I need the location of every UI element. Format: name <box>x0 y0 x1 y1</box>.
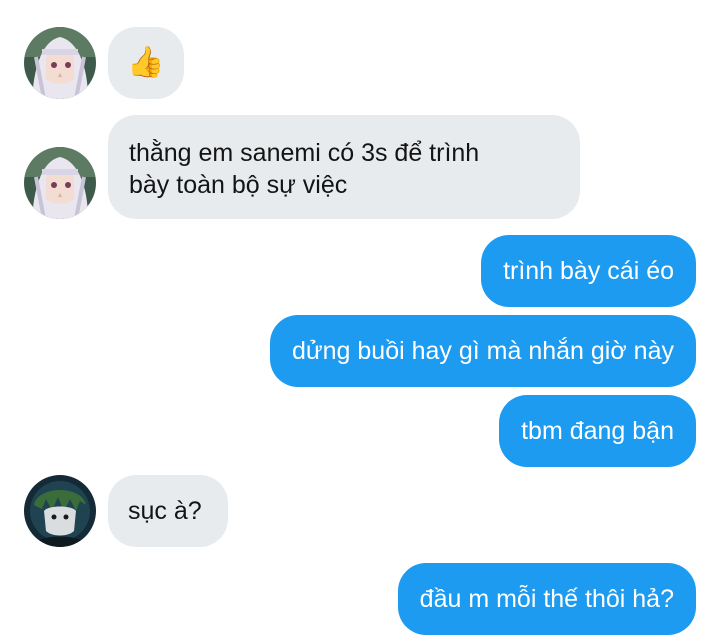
message-text: tbm đang bận <box>521 417 674 445</box>
message-text: sục à? <box>128 497 202 525</box>
message-bubble-outgoing[interactable]: tbm đang bận <box>499 395 696 467</box>
avatar-white-haired-character-icon <box>24 27 96 99</box>
avatar-white-haired-character-icon <box>24 147 96 219</box>
message-text-line: bày toàn bộ sự việc <box>129 171 348 199</box>
message-text-line: thằng em sanemi có 3s để trình <box>129 139 480 167</box>
message-bubble-incoming[interactable]: thằng em sanemi có 3s để trình bày toàn … <box>108 115 580 219</box>
message-bubble-incoming[interactable]: 👍 <box>108 27 184 99</box>
message-bubble-incoming[interactable]: sục à? <box>108 475 228 547</box>
avatar-sender-1[interactable] <box>24 27 96 99</box>
message-text: dửng buồi hay gì mà nhắn giờ này <box>292 337 674 365</box>
chat-screen: { "conversation": { "messages": [ {"send… <box>0 0 720 637</box>
message-text: đầu m mỗi thế thôi hả? <box>419 585 674 613</box>
avatar-sender-3[interactable] <box>24 475 96 547</box>
message-text: trình bày cái éo <box>503 257 674 285</box>
avatar-dark-green-character-icon <box>24 475 96 547</box>
thumbs-up-emoji: 👍 <box>127 46 165 79</box>
message-bubble-outgoing[interactable]: dửng buồi hay gì mà nhắn giờ này <box>270 315 696 387</box>
message-bubble-outgoing[interactable]: trình bày cái éo <box>481 235 696 307</box>
avatar-sender-2[interactable] <box>24 147 96 219</box>
message-bubble-outgoing[interactable]: đầu m mỗi thế thôi hả? <box>397 563 696 635</box>
